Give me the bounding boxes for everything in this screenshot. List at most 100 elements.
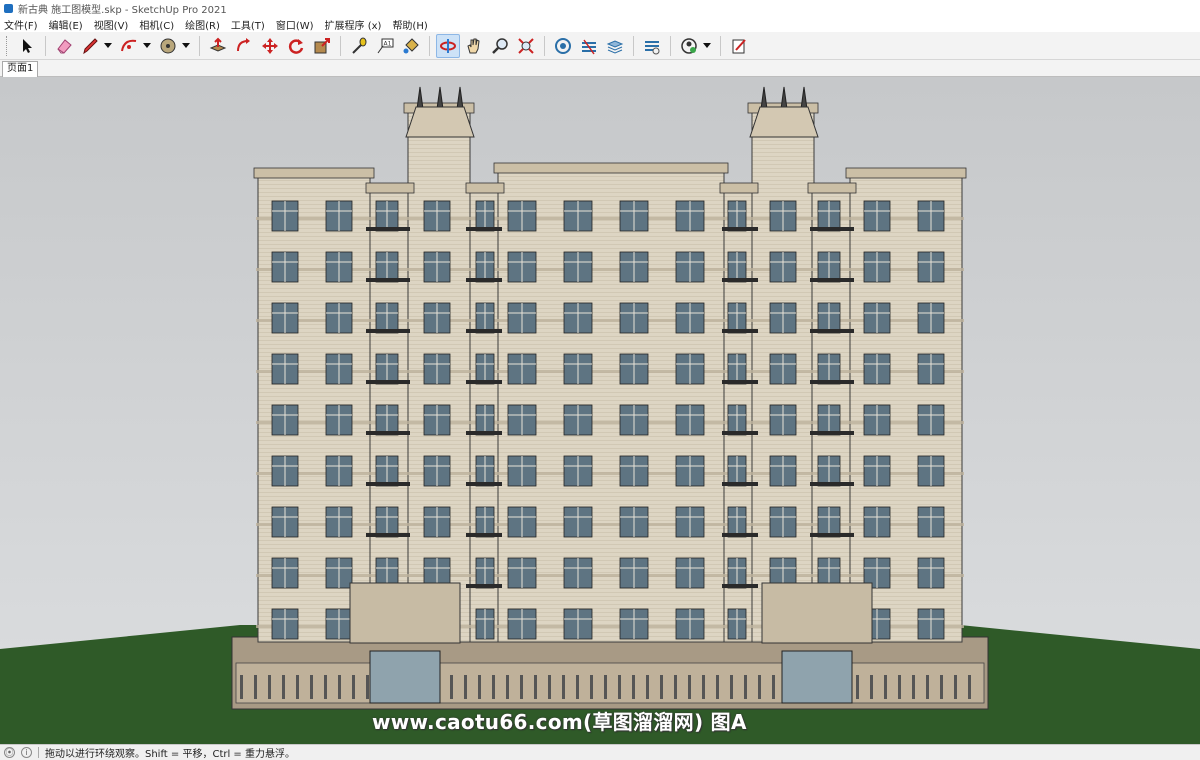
cornice (493, 162, 729, 174)
balcony-railing (810, 482, 854, 486)
menu-edit[interactable]: 编辑(E) (49, 17, 83, 32)
scene-tab-page1[interactable]: 页面1 (2, 61, 39, 77)
arc-tool-button[interactable] (117, 34, 141, 58)
rotate-icon (288, 38, 304, 54)
toolbar-grip[interactable] (6, 35, 9, 56)
cornice (365, 182, 415, 194)
balcony-railing (722, 329, 758, 333)
building-model-render (0, 77, 1200, 744)
window-title: 新古典 施工图模型.skp - SketchUp Pro 2021 (18, 4, 227, 16)
menu-help[interactable]: 帮助(H) (392, 17, 427, 32)
select-tool-button[interactable] (15, 34, 39, 58)
scene-notes-button[interactable] (727, 34, 751, 58)
line-dropdown-chevron-down-icon[interactable] (104, 34, 112, 58)
fence-post (604, 675, 607, 699)
extension-warehouse-icon (582, 39, 596, 54)
balcony-railing (466, 584, 502, 588)
eraser-tool-button[interactable] (52, 34, 76, 58)
floor-band (256, 523, 964, 526)
magnifier-icon (492, 37, 508, 54)
fence-post (240, 675, 243, 699)
floor-band (256, 472, 964, 475)
rotate-tool-button[interactable] (284, 34, 308, 58)
menu-bar: 文件(F) 编辑(E) 视图(V) 相机(C) 绘图(R) 工具(T) 窗口(W… (0, 16, 1200, 32)
toolbar-separator (670, 35, 671, 56)
fence-post (674, 675, 677, 699)
geolocation-icon[interactable]: ⦿ (4, 747, 15, 758)
balcony-railing (466, 278, 502, 282)
scale-tool-button[interactable] (310, 34, 334, 58)
shape-tool-button[interactable] (156, 34, 180, 58)
user-account-icon (681, 37, 697, 54)
fence-post (450, 675, 453, 699)
pan-tool-button[interactable] (462, 34, 486, 58)
credits-info-icon[interactable]: i (21, 747, 32, 758)
fence-post (282, 675, 285, 699)
follow-me-icon (237, 37, 250, 51)
account-button[interactable] (677, 34, 701, 58)
fence-post (940, 675, 943, 699)
menu-window[interactable]: 窗口(W) (276, 17, 314, 32)
arc-icon (121, 39, 137, 51)
account-dropdown-chevron-down-icon[interactable] (703, 34, 711, 58)
orbit-tool-button[interactable] (436, 33, 460, 58)
menu-extensions[interactable]: 扩展程序 (x) (325, 17, 382, 32)
tape-measure-tool-button[interactable] (347, 34, 371, 58)
balcony-railing (466, 431, 502, 435)
move-arrows-icon (262, 37, 278, 54)
balcony-railing (366, 482, 410, 486)
balcony-railing (366, 533, 410, 537)
shape-dropdown-chevron-down-icon[interactable] (182, 34, 190, 58)
text-tool-button[interactable]: A1 (373, 34, 397, 58)
toolbar-separator (633, 35, 634, 56)
entrance-canopy (761, 582, 873, 644)
zoom-tool-button[interactable] (488, 34, 512, 58)
fence-post (548, 675, 551, 699)
menu-file[interactable]: 文件(F) (4, 17, 38, 32)
layout-send-button[interactable] (603, 34, 627, 58)
balcony-railing (366, 329, 410, 333)
zoom-extents-tool-button[interactable] (514, 34, 538, 58)
fence-post (366, 675, 369, 699)
fence-post (772, 675, 775, 699)
balcony-railing (466, 329, 502, 333)
balcony-railing (722, 584, 758, 588)
fence-post (296, 675, 299, 699)
balcony-railing (466, 227, 502, 231)
menu-draw[interactable]: 绘图(R) (185, 17, 220, 32)
arc-dropdown-chevron-down-icon[interactable] (143, 34, 151, 58)
toolbar-separator (340, 35, 341, 56)
balcony-railing (466, 380, 502, 384)
cornice (465, 182, 505, 194)
balcony-railing (366, 227, 410, 231)
model-viewport[interactable] (0, 77, 1200, 744)
menu-camera[interactable]: 相机(C) (139, 17, 174, 32)
follow-me-tool-button[interactable] (232, 34, 256, 58)
3d-warehouse-button[interactable] (551, 34, 575, 58)
fence-post (464, 675, 467, 699)
status-separator (38, 747, 39, 758)
balcony-railing (722, 227, 758, 231)
extension-warehouse-button[interactable] (577, 34, 601, 58)
fence-post (520, 675, 523, 699)
menu-tools[interactable]: 工具(T) (231, 17, 265, 32)
toolbar-separator (720, 35, 721, 56)
fence-post (926, 675, 929, 699)
menu-view[interactable]: 视图(V) (94, 17, 129, 32)
fence-post (856, 675, 859, 699)
move-tool-button[interactable] (258, 34, 282, 58)
push-pull-tool-button[interactable] (206, 34, 230, 58)
fence-post (758, 675, 761, 699)
hand-pan-icon (467, 38, 480, 53)
pencil-icon (83, 37, 98, 54)
extension-manager-button[interactable] (640, 34, 664, 58)
fence-post (730, 675, 733, 699)
toolbar-separator (199, 35, 200, 56)
zoom-extents-icon (518, 37, 534, 54)
tape-measure-icon (352, 37, 367, 54)
cursor-arrow-icon (23, 38, 32, 53)
balcony-railing (722, 533, 758, 537)
tower-crown (749, 106, 819, 138)
paint-bucket-tool-button[interactable] (399, 34, 423, 58)
line-tool-button[interactable] (78, 34, 102, 58)
